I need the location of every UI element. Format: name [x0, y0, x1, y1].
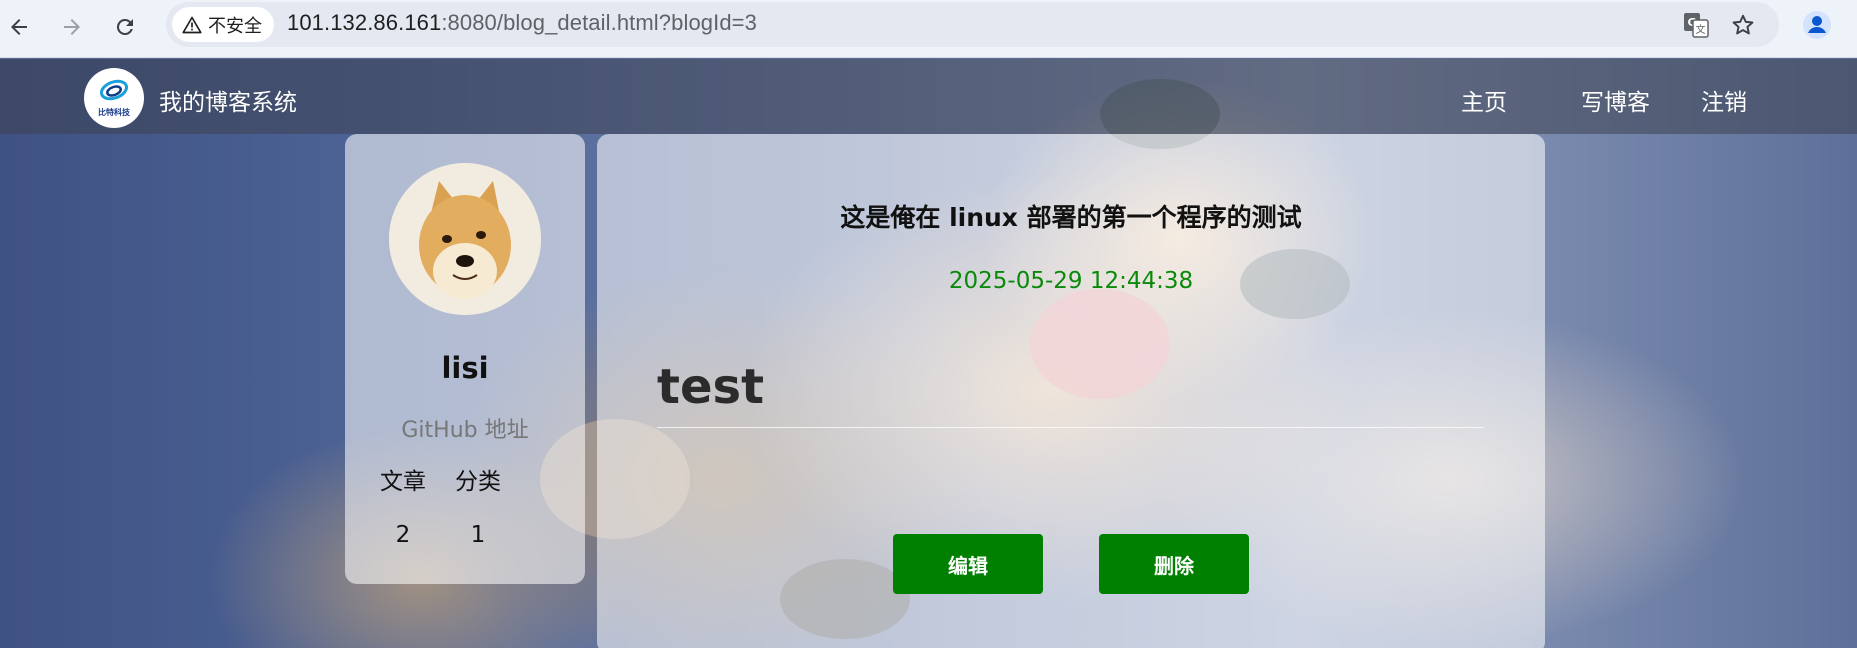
- blog-detail-card: 这是俺在 linux 部署的第一个程序的测试 2025-05-29 12:44:…: [597, 134, 1545, 648]
- categories-count: 1: [470, 522, 486, 548]
- site-logo[interactable]: 比特科技: [84, 68, 144, 128]
- bookmark-button[interactable]: [1726, 8, 1760, 42]
- reload-button[interactable]: [106, 8, 144, 46]
- logo-icon: [99, 79, 129, 101]
- translate-icon: G 文: [1684, 13, 1709, 38]
- doge-avatar-icon: [389, 163, 541, 315]
- categories-label: 分类: [455, 469, 501, 495]
- github-link[interactable]: GitHub 地址: [345, 412, 585, 444]
- profile-name: lisi: [441, 351, 489, 385]
- star-icon: [1732, 14, 1754, 35]
- profile-button[interactable]: [1800, 8, 1834, 42]
- nav-home-link[interactable]: 主页: [1461, 83, 1507, 117]
- nav-write-link[interactable]: 写博客: [1581, 83, 1650, 117]
- url-path: :8080/blog_detail.html?blogId=3: [441, 10, 757, 35]
- url-host: 101.132.86.161: [287, 10, 442, 35]
- blog-title: 这是俺在 linux 部署的第一个程序的测试: [840, 203, 1302, 232]
- translate-button[interactable]: G 文: [1679, 8, 1713, 42]
- reload-icon: [116, 18, 133, 35]
- forward-button[interactable]: [53, 8, 91, 46]
- svg-text:文: 文: [1696, 23, 1706, 36]
- forward-icon: [64, 19, 80, 35]
- edit-button[interactable]: 编辑: [893, 534, 1043, 594]
- blog-content: test: [657, 359, 765, 415]
- warning-icon: [182, 16, 202, 33]
- nav-logout-link[interactable]: 注销: [1701, 83, 1747, 117]
- articles-count: 2: [395, 522, 411, 548]
- profile-icon: [1803, 11, 1831, 39]
- content-divider: [657, 427, 1484, 428]
- back-icon: [11, 19, 27, 35]
- articles-label: 文章: [380, 469, 426, 495]
- security-label: 不安全: [208, 15, 262, 36]
- avatar: [389, 163, 541, 315]
- security-chip[interactable]: 不安全: [172, 7, 274, 42]
- profile-card: lisi GitHub 地址 文章 分类 2 1: [345, 134, 585, 584]
- blog-date: 2025-05-29 12:44:38: [948, 268, 1194, 294]
- site-title: 我的博客系统: [159, 90, 297, 116]
- url-text[interactable]: 101.132.86.161:8080/blog_detail.html?blo…: [287, 10, 757, 36]
- back-button[interactable]: [0, 8, 38, 46]
- browser-toolbar: 不安全 101.132.86.161:8080/blog_detail.html…: [0, 0, 1857, 58]
- delete-button[interactable]: 删除: [1099, 534, 1249, 594]
- logo-text: 比特科技: [98, 108, 130, 117]
- site-header: 比特科技 我的博客系统 主页 写博客 注销: [0, 59, 1857, 134]
